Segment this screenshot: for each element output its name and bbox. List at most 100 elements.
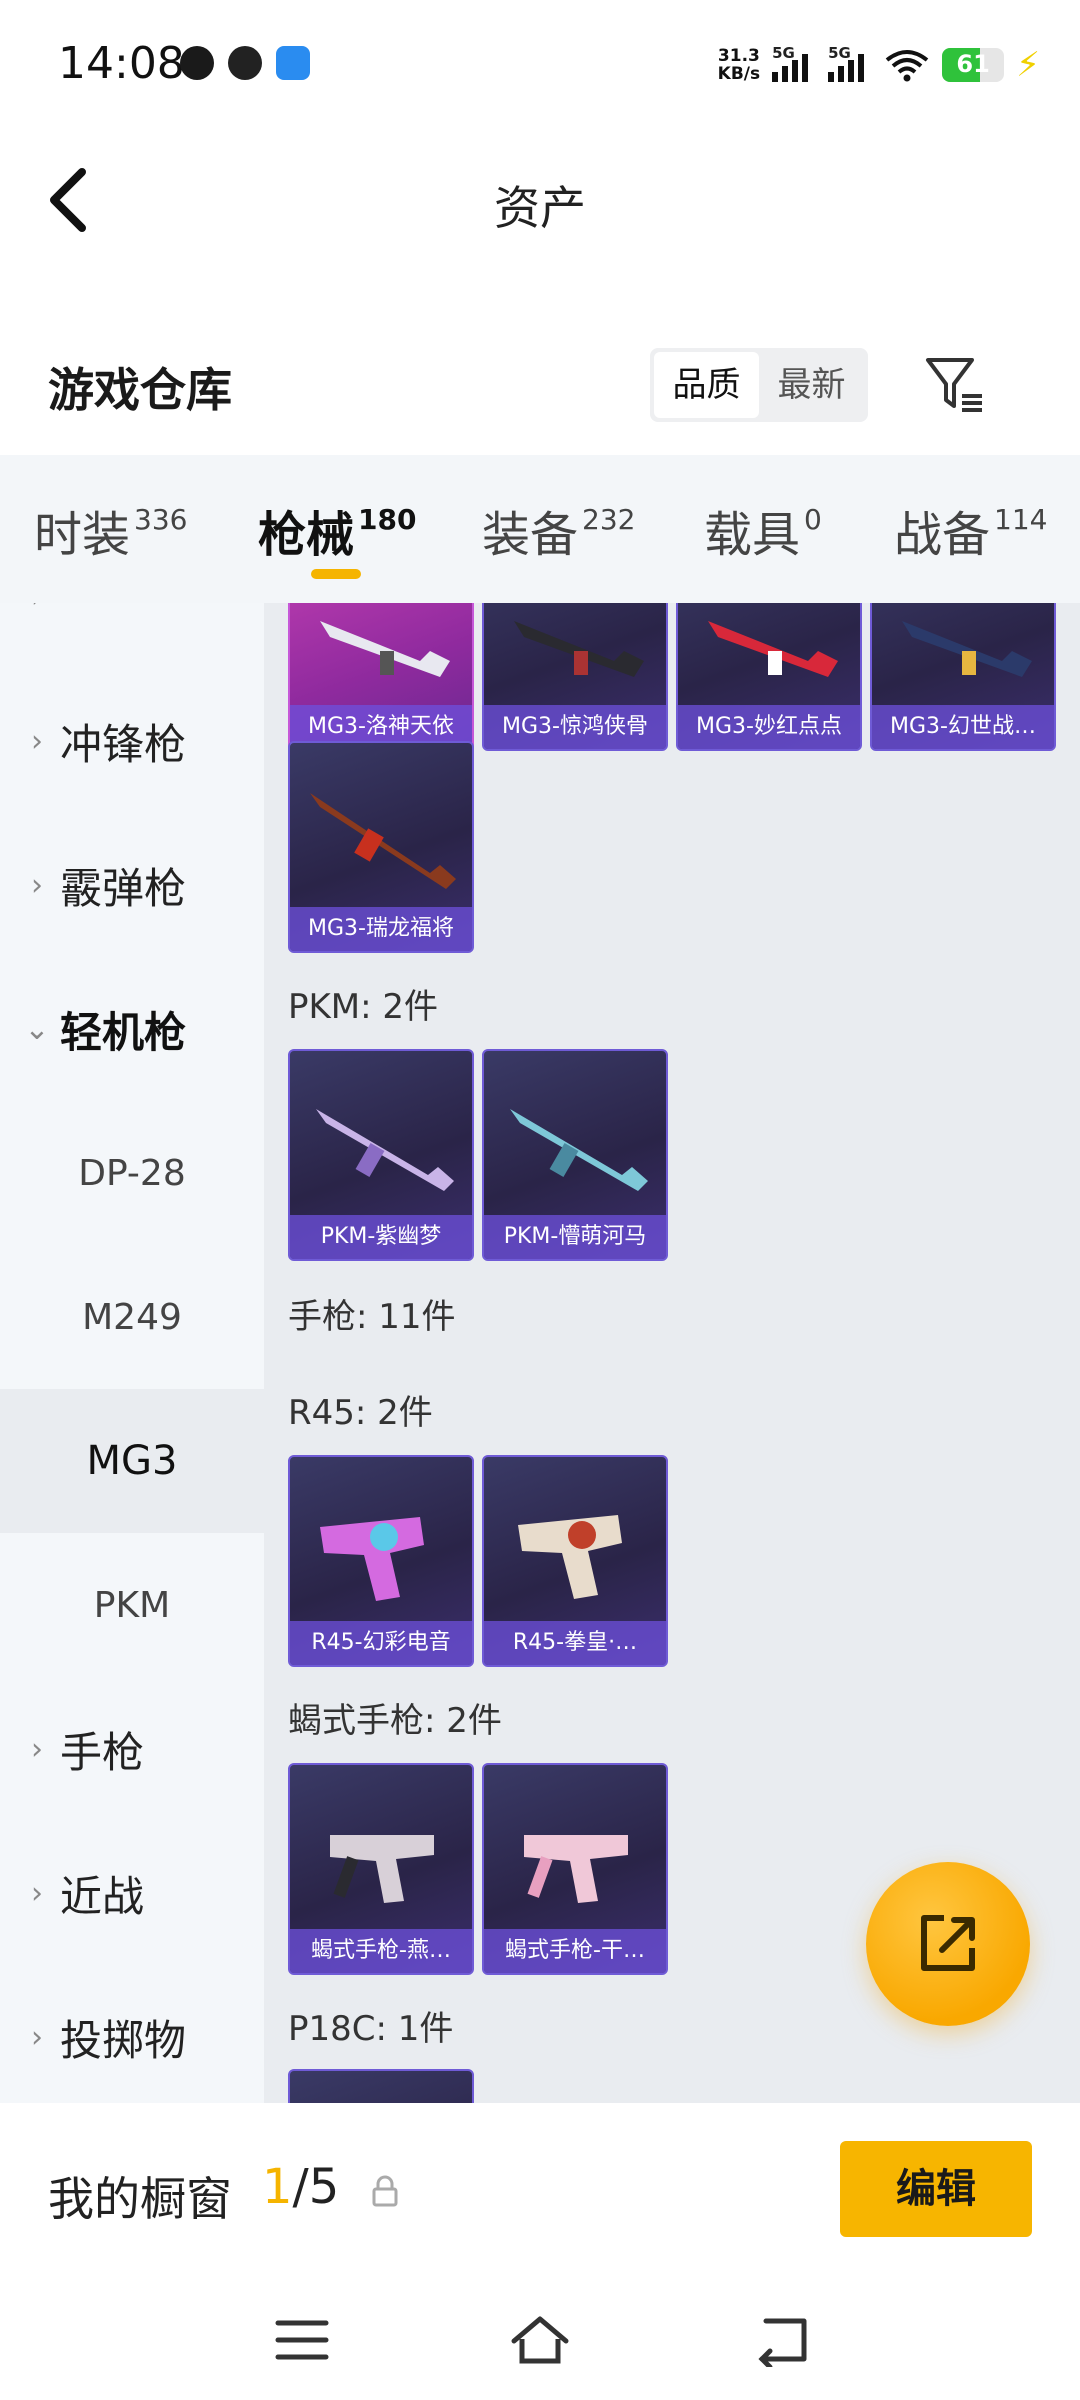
filter-icon[interactable] xyxy=(922,352,988,418)
group-label-scorpion: 蝎式手枪: 2件 xyxy=(288,1701,502,1741)
lmg-icon xyxy=(902,621,1032,677)
lmg-icon xyxy=(708,621,838,677)
net-speed-value: 31.3 xyxy=(717,46,760,66)
item-card[interactable]: MG3-幻世战… xyxy=(870,603,1056,751)
sidebar-item-pistol[interactable]: › 手枪 xyxy=(0,1677,264,1821)
tab-label: 枪械 xyxy=(258,507,355,563)
item-card[interactable]: R45-拳皇·… xyxy=(482,1455,668,1667)
net-speed-unit: KB/s xyxy=(717,64,761,84)
signal-icon: 5G xyxy=(772,44,816,82)
tab-vehicles[interactable]: 载具 0 xyxy=(704,495,822,565)
active-tab-indicator xyxy=(311,569,361,579)
item-card[interactable]: MG3-惊鸿侠骨 xyxy=(482,603,668,751)
showcase-current: 1 xyxy=(262,2159,293,2215)
tab-count: 0 xyxy=(804,503,822,536)
sort-newest-option[interactable]: 最新 xyxy=(759,352,864,418)
sidebar-item-label: 投掷物 xyxy=(60,2015,187,2065)
charging-icon: ⚡ xyxy=(1016,45,1040,85)
share-fab[interactable] xyxy=(866,1862,1030,2026)
item-name: MG3-幻世战… xyxy=(872,705,1054,749)
sidebar-subitem-pkm[interactable]: PKM xyxy=(0,1533,264,1677)
chevron-down-icon: ⌄ xyxy=(24,1011,50,1047)
tab-label: 时装 xyxy=(34,507,131,563)
edit-button[interactable]: 编辑 xyxy=(840,2141,1032,2237)
tab-label: 载具 xyxy=(704,507,801,563)
share-icon xyxy=(921,1915,975,1971)
chevron-right-icon: › xyxy=(31,1875,43,1911)
tab-supplies[interactable]: 战备 114 xyxy=(894,495,1047,565)
back-nav-icon[interactable] xyxy=(752,2313,812,2367)
battery-level: 61 xyxy=(956,50,990,78)
item-card[interactable]: MG3-瑞龙福将 xyxy=(288,741,474,953)
smg-pistol-icon xyxy=(330,1835,434,1903)
item-name: MG3-妙红点点 xyxy=(678,705,860,749)
tab-count: 336 xyxy=(134,503,188,536)
tab-guns[interactable]: 枪械 180 xyxy=(258,495,416,565)
item-card[interactable]: 蝎式手枪-干… xyxy=(482,1763,668,1975)
status-right: 31.3 KB/s 5G 5G 61 ⚡ xyxy=(718,40,1040,90)
chevron-right-icon: › xyxy=(31,867,43,903)
wifi-icon xyxy=(885,50,929,82)
chevron-right-icon: › xyxy=(31,723,43,759)
sidebar-item-lmg[interactable]: ⌄ 轻机枪 xyxy=(0,957,264,1101)
item-name: 蝎式手枪-燕… xyxy=(290,1929,472,1973)
sidebar-item-label: 霰弹枪 xyxy=(60,863,187,913)
sidebar-item-melee[interactable]: › 近战 xyxy=(0,1821,264,1965)
showcase-bar: 我的橱窗 1/5 编辑 xyxy=(0,2103,1080,2283)
menu-icon[interactable] xyxy=(272,2313,332,2367)
group-label-r45: R45: 2件 xyxy=(288,1393,433,1433)
item-card[interactable]: R45-幻彩电音 xyxy=(288,1455,474,1667)
showcase-total: /5 xyxy=(292,2159,340,2215)
lmg-icon xyxy=(514,621,644,677)
showcase-label: 我的橱窗 xyxy=(48,2172,232,2226)
sidebar-item-label: 近战 xyxy=(60,1871,145,1921)
smg-pistol-icon xyxy=(524,1835,628,1903)
tab-equipment[interactable]: 装备 232 xyxy=(482,495,635,565)
tab-count: 114 xyxy=(994,503,1048,536)
sidebar-item-label: 轻机枪 xyxy=(60,1007,187,1057)
item-card[interactable]: 蝎式手枪-燕… xyxy=(288,1763,474,1975)
sim1-label: 5G xyxy=(772,44,795,62)
sidebar-item-label: 手枪 xyxy=(60,1727,145,1777)
lmg-icon xyxy=(310,793,456,889)
status-bar: 14:08 31.3 KB/s 5G 5G 61 ⚡ xyxy=(0,0,1080,130)
sidebar-subitem-dp28[interactable]: DP-28 xyxy=(0,1101,264,1245)
tab-count: 180 xyxy=(358,503,417,536)
item-name: MG3-瑞龙福将 xyxy=(290,907,472,951)
item-name: 蝎式手枪-干… xyxy=(484,1929,666,1973)
item-card[interactable]: PKM-懵萌河马 xyxy=(482,1049,668,1261)
sidebar-item-partial[interactable]: › xyxy=(0,603,264,669)
item-card[interactable]: MG3-洛神天依 xyxy=(288,603,474,751)
sidebar-item-throwable[interactable]: › 投掷物 xyxy=(0,1965,264,2103)
sim2-label: 5G xyxy=(828,44,851,62)
chevron-right-icon: › xyxy=(0,603,60,615)
item-card[interactable]: MG3-妙红点点 xyxy=(676,603,862,751)
sidebar-item-smg[interactable]: › 冲锋枪 xyxy=(0,669,264,813)
group-label-pkm: PKM: 2件 xyxy=(288,987,439,1027)
weapon-category-sidebar: › ›冲锋枪 ›霰弹枪 ⌄轻机枪 DP-28 M249 MG3 PKM ›手枪 … xyxy=(0,603,264,2103)
sidebar-subitem-m249[interactable]: M249 xyxy=(0,1245,264,1389)
home-icon[interactable] xyxy=(510,2313,570,2367)
revolver-icon xyxy=(320,1517,424,1601)
item-name: R45-幻彩电音 xyxy=(290,1621,472,1665)
sidebar-item-shotgun[interactable]: › 霰弹枪 xyxy=(0,813,264,957)
item-card[interactable]: PKM-紫幽梦 xyxy=(288,1049,474,1261)
tab-count: 232 xyxy=(582,503,636,536)
sort-quality-option[interactable]: 品质 xyxy=(654,352,759,418)
battery-icon: 61 xyxy=(942,48,1005,82)
status-time: 14:08 xyxy=(58,38,185,89)
showcase-count: 1/5 xyxy=(262,2159,339,2215)
lock-icon xyxy=(372,2175,398,2207)
lmg-icon xyxy=(316,1109,454,1191)
net-speed: 31.3 KB/s xyxy=(718,47,760,83)
group-label-pistol: 手枪: 11件 xyxy=(288,1297,456,1337)
category-tabs: 时装 336 枪械 180 装备 232 载具 0 战备 114 xyxy=(0,455,1080,603)
item-card[interactable] xyxy=(288,2069,474,2103)
sidebar-subitem-mg3[interactable]: MG3 xyxy=(0,1389,264,1533)
sort-toggle: 品质 最新 xyxy=(650,348,868,422)
chevron-right-icon: › xyxy=(31,1731,43,1767)
lmg-icon xyxy=(320,621,450,677)
page-title: 资产 xyxy=(494,181,586,235)
chevron-right-icon: › xyxy=(31,2019,43,2055)
tab-fashion[interactable]: 时装 336 xyxy=(34,495,187,565)
